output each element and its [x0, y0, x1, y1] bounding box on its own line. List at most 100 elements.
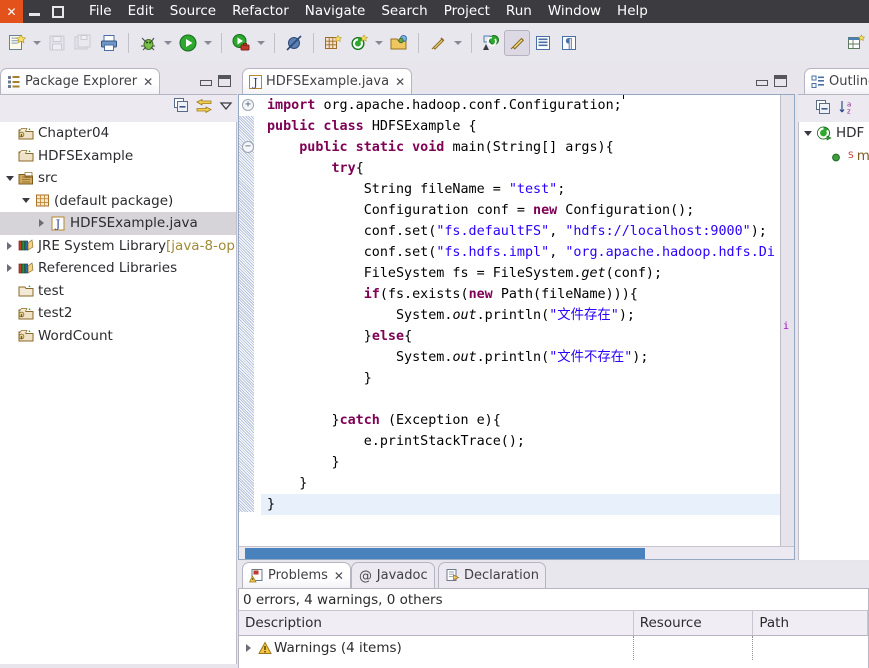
code-line[interactable]: System.out.println("文件不存在"); — [261, 347, 780, 368]
package-explorer-tree[interactable]: Chapter04 HDFSExample src (default package)… — [0, 122, 237, 664]
code-line[interactable]: }else{ — [261, 326, 780, 347]
code-text-area[interactable]: import org.apache.hadoop.conf.Configurat… — [261, 95, 780, 546]
tab-javadoc[interactable]: @ Javadoc — [350, 562, 435, 588]
window-maximize-button[interactable] — [46, 0, 69, 23]
column-header-path[interactable]: Path — [753, 611, 868, 635]
menu-item-edit[interactable]: Edit — [120, 0, 162, 23]
editor-horizontal-scrollbar[interactable] — [239, 546, 794, 559]
code-line[interactable]: e.printStackTrace(); — [261, 431, 780, 452]
column-header-description[interactable]: Description — [239, 611, 634, 635]
twisty-expanded-icon[interactable] — [2, 175, 17, 181]
new-wizard-icon[interactable] — [4, 30, 30, 56]
fold-collapse-icon[interactable]: − — [242, 141, 254, 153]
tab-hdfsexample-java[interactable]: J HDFSExample.java ✕ — [242, 68, 413, 94]
package-explorer-minimize-icon[interactable] — [199, 76, 212, 87]
tree-item-test2[interactable]: test2 — [0, 302, 236, 325]
skip-all-breakpoints-icon[interactable] — [281, 30, 307, 56]
code-line[interactable]: Configuration conf = new Configuration()… — [261, 200, 780, 221]
tab-problems[interactable]: Problems ✕ — [242, 562, 351, 588]
chevron-down-icon[interactable] — [161, 30, 175, 56]
print-icon[interactable] — [96, 30, 122, 56]
code-line[interactable]: conf.set("fs.defaultFS", "hdfs://localho… — [261, 221, 780, 242]
fold-expand-icon[interactable]: + — [242, 99, 254, 111]
menu-item-window[interactable]: Window — [540, 0, 609, 23]
tree-item-hdfsexample-java[interactable]: J HDFSExample.java — [0, 212, 236, 235]
tree-item-test[interactable]: test — [0, 280, 236, 303]
tree-item-src[interactable]: src — [0, 167, 236, 190]
twisty-collapsed-icon[interactable] — [2, 264, 17, 273]
chevron-down-icon[interactable] — [201, 30, 215, 56]
code-line[interactable]: String fileName = "test"; — [261, 179, 780, 200]
menu-item-file[interactable]: File — [81, 0, 120, 23]
chevron-down-icon[interactable] — [254, 30, 268, 56]
menu-item-run[interactable]: Run — [498, 0, 540, 23]
collapse-all-icon[interactable] — [816, 99, 831, 115]
package-explorer-close-icon[interactable]: ✕ — [143, 75, 153, 89]
search-icon[interactable] — [425, 30, 451, 56]
tab-outline[interactable]: Outline — [804, 68, 869, 94]
tab-close-icon[interactable]: ✕ — [334, 569, 344, 583]
debug-icon[interactable] — [135, 30, 161, 56]
chevron-down-icon[interactable] — [30, 30, 44, 56]
twisty-collapsed-icon[interactable] — [2, 241, 17, 250]
code-line[interactable]: System.out.println("文件存在"); — [261, 305, 780, 326]
menu-item-navigate[interactable]: Navigate — [297, 0, 374, 23]
menu-item-source[interactable]: Source — [162, 0, 224, 23]
chevron-down-icon[interactable] — [372, 30, 386, 56]
outline-item-hdf[interactable]: HDF — [799, 122, 869, 145]
overview-ruler[interactable]: i — [780, 95, 794, 546]
menu-item-refactor[interactable]: Refactor — [224, 0, 297, 23]
editor-maximize-icon[interactable] — [774, 75, 787, 87]
outline-tree[interactable]: HDF Sma — [798, 122, 869, 560]
table-row[interactable]: Warnings (4 items) — [239, 636, 868, 660]
link-with-editor-icon[interactable] — [196, 98, 212, 113]
open-type-icon[interactable] — [386, 30, 412, 56]
window-minimize-button[interactable] — [23, 0, 46, 23]
open-perspective-icon[interactable] — [843, 30, 869, 56]
collapse-all-icon[interactable] — [174, 98, 189, 113]
window-close-button[interactable]: ✕ — [0, 0, 23, 23]
tree-item-wordcount[interactable]: WordCount — [0, 325, 236, 348]
toggle-block-selection-icon[interactable] — [530, 30, 556, 56]
new-java-package-icon[interactable] — [320, 30, 346, 56]
code-line[interactable]: import org.apache.hadoop.conf.Configurat… — [261, 95, 780, 116]
tree-item-chapter04[interactable]: Chapter04 — [0, 122, 236, 145]
tree-item-hdfsexample[interactable]: HDFSExample — [0, 145, 236, 168]
editor-minimize-icon[interactable] — [755, 76, 768, 87]
menu-item-help[interactable]: Help — [609, 0, 656, 23]
code-line[interactable]: FileSystem fs = FileSystem.get(conf); — [261, 263, 780, 284]
folding-ruler[interactable]: + − — [239, 95, 261, 546]
editor-hscroll-thumb[interactable] — [245, 548, 645, 559]
code-line[interactable] — [261, 389, 780, 410]
menu-item-search[interactable]: Search — [373, 0, 435, 23]
twisty-collapsed-icon[interactable] — [34, 219, 49, 228]
code-line[interactable]: } — [261, 473, 780, 494]
code-line[interactable]: public static void main(String[] args){ — [261, 137, 780, 158]
code-line[interactable]: } — [261, 452, 780, 473]
tab-declaration[interactable]: Declaration — [438, 562, 546, 588]
code-line[interactable]: }catch (Exception e){ — [261, 410, 780, 431]
code-line[interactable]: public class HDFSExample { — [261, 116, 780, 137]
sort-icon[interactable]: a z — [839, 99, 855, 115]
editor-tab-close-icon[interactable]: ✕ — [395, 75, 405, 89]
chevron-down-icon[interactable] — [451, 30, 465, 56]
outline-item-ma[interactable]: Sma — [799, 145, 869, 168]
toggle-mark-occurrences-icon[interactable] — [504, 29, 530, 56]
code-line[interactable]: conf.set("fs.hdfs.impl", "org.apache.had… — [261, 242, 780, 263]
next-annotation-icon[interactable] — [478, 30, 504, 56]
tree-item-referenced-libraries[interactable]: Referenced Libraries — [0, 257, 236, 280]
twisty-expanded-icon[interactable] — [800, 130, 815, 136]
code-line[interactable]: if(fs.exists(new Path(fileName))){ — [261, 284, 780, 305]
view-menu-icon[interactable] — [219, 100, 233, 112]
column-header-resource[interactable]: Resource — [634, 611, 754, 635]
new-java-class-icon[interactable] — [346, 30, 372, 56]
code-line[interactable]: } — [261, 368, 780, 389]
problem-description-cell[interactable]: Warnings (4 items) — [239, 636, 634, 660]
tab-package-explorer[interactable]: Package Explorer ✕ — [0, 68, 161, 94]
tree-item-jre-system-library[interactable]: JRE System Library [java-8-op — [0, 235, 236, 258]
code-line[interactable]: try{ — [261, 158, 780, 179]
code-line[interactable]: } — [261, 494, 780, 515]
save-icon[interactable] — [44, 30, 70, 56]
run-external-tools-icon[interactable] — [228, 30, 254, 56]
twisty-collapsed-icon[interactable] — [241, 644, 256, 652]
